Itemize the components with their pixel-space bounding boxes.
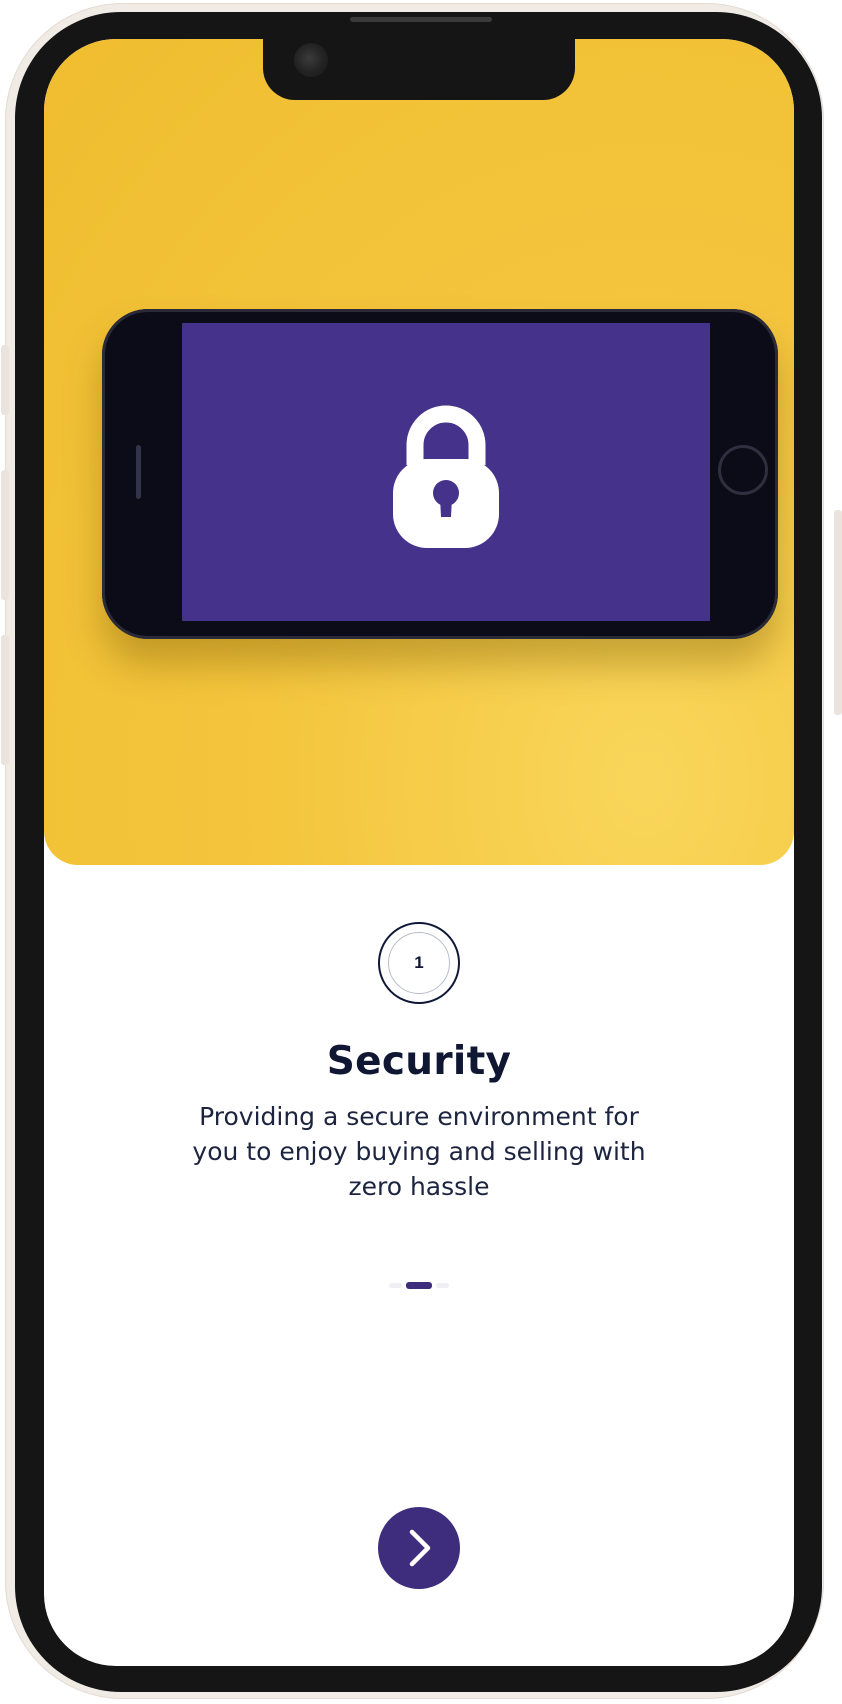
onboarding-title: Security — [326, 1039, 512, 1084]
notch — [263, 39, 575, 100]
side-button-left-1 — [1, 345, 9, 415]
pagination-dot[interactable] — [389, 1282, 402, 1288]
chevron-right-icon — [409, 1529, 431, 1567]
onboarding-description: Providing a secure environment for you t… — [192, 1102, 646, 1201]
side-button-left-3 — [1, 635, 9, 765]
hero-phone-screen — [182, 323, 710, 621]
padlock-icon — [393, 405, 499, 548]
side-button-right — [834, 510, 842, 715]
pagination-dot-active[interactable] — [406, 1281, 432, 1289]
hero-phone — [102, 309, 778, 639]
step-number: 1 — [388, 932, 450, 994]
front-camera — [294, 43, 328, 77]
side-button-left-2 — [1, 470, 9, 600]
phone-screen: 1 Security Providing a secure environmen… — [44, 39, 794, 1666]
next-button[interactable] — [378, 1507, 460, 1589]
hero-phone-speaker — [136, 445, 141, 499]
step-badge: 1 — [378, 922, 460, 1004]
pagination-dot[interactable] — [436, 1282, 449, 1288]
hero-image — [44, 39, 794, 865]
pagination-dots — [389, 1281, 449, 1289]
speaker-slot — [350, 17, 492, 22]
hero-phone-home-button — [718, 445, 768, 495]
